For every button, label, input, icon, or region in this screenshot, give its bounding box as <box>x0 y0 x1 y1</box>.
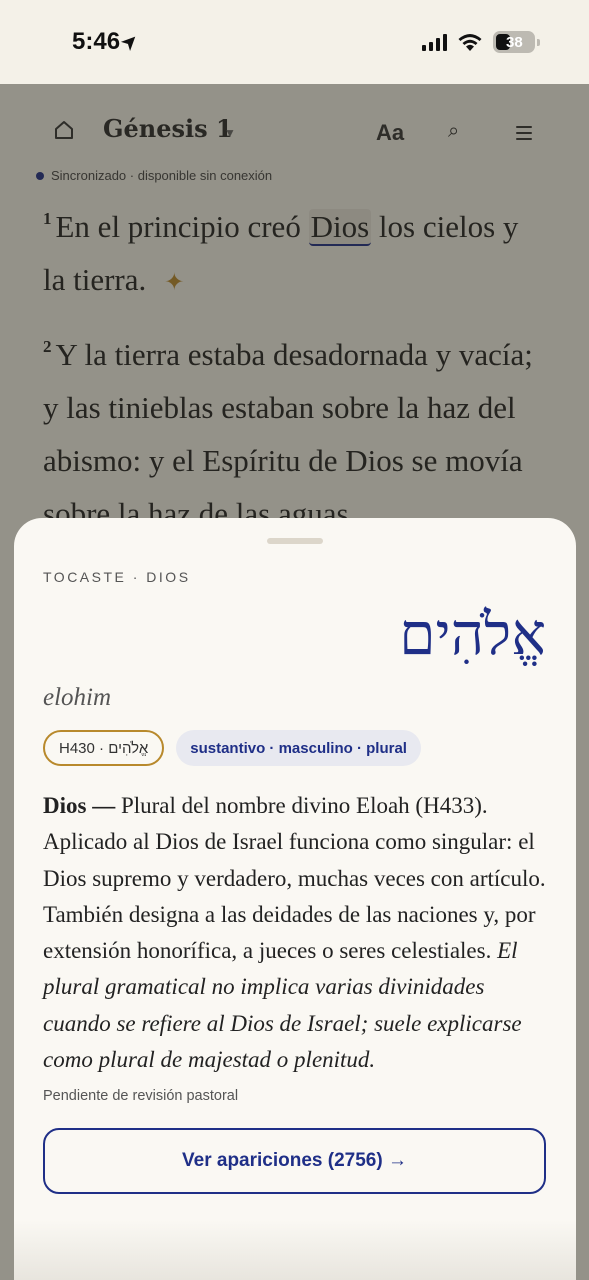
wifi-icon <box>458 34 482 51</box>
signal-icon <box>422 33 447 51</box>
definition-headword: Dios — <box>43 793 116 818</box>
definition-body: Plural del nombre divino Eloah (H433). A… <box>43 793 546 964</box>
word-detail-sheet: TOCASTE · DIOS אֱלֹהִים elohim H430 · אֱ… <box>14 518 576 1280</box>
sheet-grabber[interactable] <box>267 538 323 544</box>
strong-number-chip[interactable]: H430 · אֱלֹהִים <box>43 730 165 766</box>
sheet-eyebrow: TOCASTE · DIOS <box>43 569 191 585</box>
battery-icon: 38 <box>493 31 540 53</box>
part-of-speech-chip: sustantivo · masculino · plural <box>176 730 421 766</box>
review-status: Pendiente de revisión pastoral <box>43 1088 239 1104</box>
tag-row: H430 · אֱלֹהִים sustantivo · masculino ·… <box>43 730 421 766</box>
status-bar: 5:46➤ 38 <box>0 0 589 84</box>
hebrew-word: אֱלֹהִים <box>399 600 546 668</box>
battery-level: 38 <box>506 33 523 51</box>
status-time: 5:46➤ <box>72 28 142 56</box>
transliteration: elohim <box>43 684 112 711</box>
view-occurrences-button[interactable]: Ver apariciones (2756) → <box>43 1128 546 1194</box>
status-time-text: 5:46 <box>72 28 121 55</box>
definition-text: Dios — Plural del nombre divino Eloah (H… <box>43 788 549 1078</box>
bottom-fade <box>14 1220 576 1280</box>
location-arrow-icon: ➤ <box>117 29 143 55</box>
status-indicators: 38 <box>422 31 540 53</box>
